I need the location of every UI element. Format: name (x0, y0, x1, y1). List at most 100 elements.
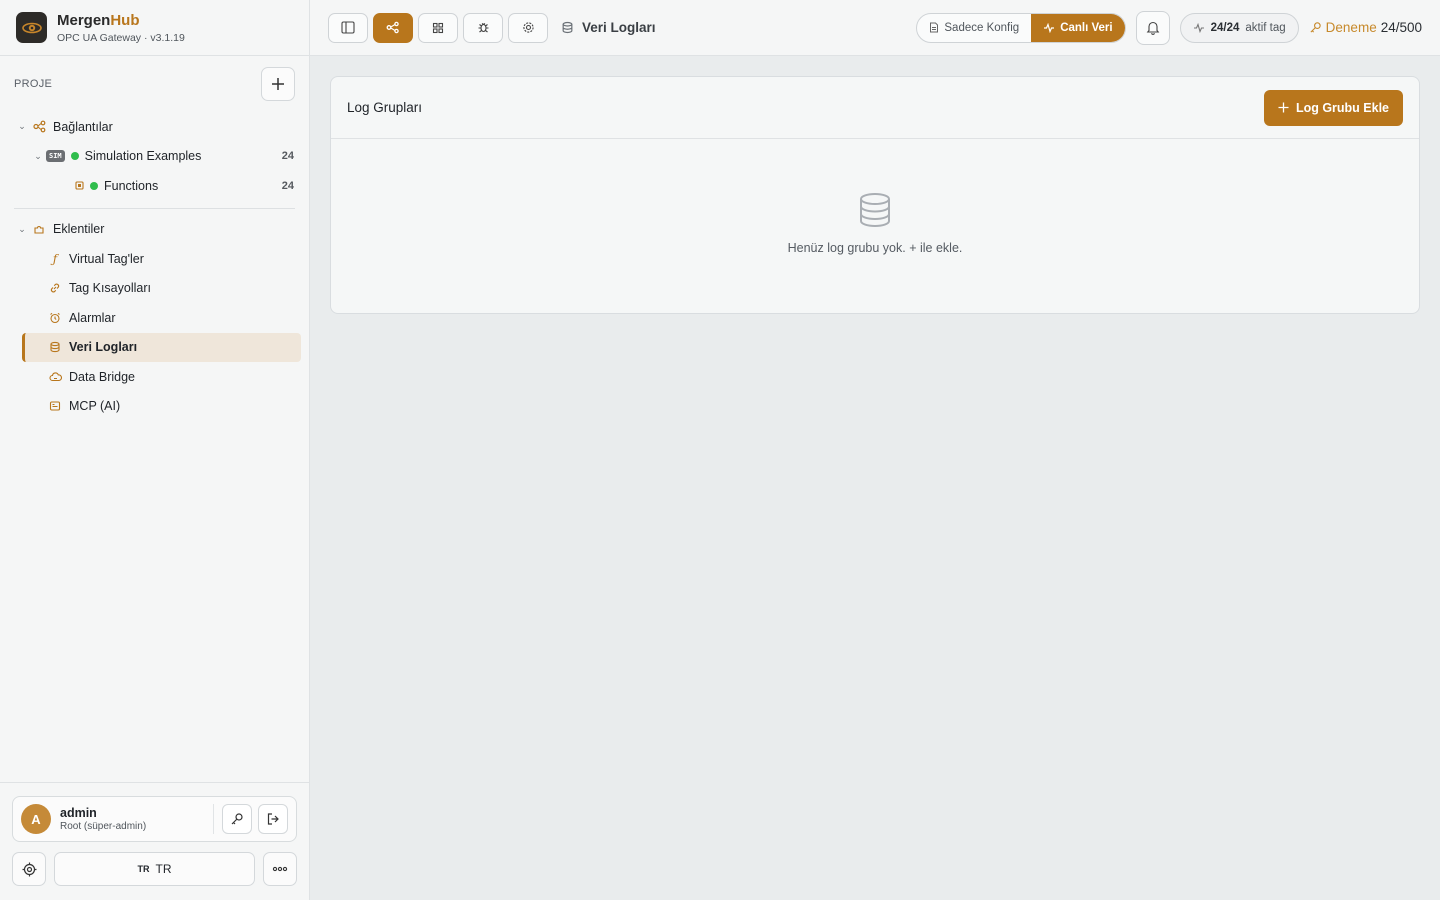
key-icon (1310, 22, 1321, 33)
connections-icon (30, 120, 48, 133)
brand-name: MergenHub (57, 11, 140, 29)
key-icon (231, 813, 243, 825)
activity-icon (1044, 22, 1055, 33)
page-title: Veri Logları (582, 20, 656, 35)
connections-view-button[interactable] (373, 12, 413, 43)
cloud-sync-icon (46, 371, 64, 383)
breadcrumb: Veri Logları (561, 20, 656, 35)
mcp-icon (46, 400, 64, 412)
tree-item-functions[interactable]: Functions 24 (14, 171, 301, 201)
tree-item-label: Eklentiler (53, 222, 105, 237)
alarm-icon (46, 312, 64, 324)
sidebar-footer: A admin Root (süper-admin) TR TR (0, 782, 309, 900)
more-icon (272, 866, 288, 872)
tree-item-plugins[interactable]: ⌄ Eklentiler (14, 215, 301, 245)
sidebar-item-data-logs[interactable]: Veri Logları (22, 332, 301, 362)
bug-icon (478, 23, 488, 33)
database-icon (562, 21, 573, 34)
sidebar-item-alarms[interactable]: Alarmlar (14, 303, 301, 333)
sim-badge: SIM (46, 150, 65, 163)
debug-view-button[interactable] (463, 12, 503, 43)
database-icon (46, 341, 64, 353)
target-icon (22, 862, 36, 876)
activity-icon (1193, 22, 1204, 33)
plus-icon (1278, 102, 1289, 113)
trial-license-badge[interactable]: Deneme 24/500 (1309, 20, 1422, 35)
tree-item-connections[interactable]: ⌄ Bağlantılar (14, 112, 301, 142)
avatar: A (21, 804, 51, 834)
logout-button[interactable] (258, 804, 288, 834)
mode-switch: Sadece Konfig Canlı Veri (916, 12, 1126, 43)
sidebar: MergenHub OPC UA Gateway · v3.1.19 PROJE… (0, 0, 310, 900)
user-role: Root (süper-admin) (60, 821, 147, 832)
tag-count-badge: 24 (281, 179, 294, 192)
chip-icon (72, 180, 86, 191)
section-label-proje: PROJE (14, 78, 53, 90)
sidebar-item-label: Tag Kısayolları (69, 281, 151, 296)
chevron-down-icon[interactable]: ⌄ (14, 121, 30, 132)
tree-item-label: Functions (104, 178, 159, 193)
sidebar-item-label: Virtual Tag'ler (69, 251, 144, 266)
notifications-button[interactable] (1135, 10, 1170, 45)
active-tags-indicator[interactable]: 24/24 aktif tag (1179, 12, 1299, 43)
user-card: A admin Root (süper-admin) (12, 796, 297, 842)
app-logo (16, 12, 47, 43)
empty-state: Henüz log grubu yok. + ile ekle. (331, 139, 1419, 255)
gear-icon (522, 22, 534, 33)
plus-icon (272, 78, 284, 90)
settings-button[interactable] (508, 12, 548, 43)
bell-icon (1146, 21, 1159, 35)
chevron-down-icon[interactable]: ⌄ (30, 151, 46, 162)
sidebar-item-label: MCP (AI) (69, 399, 121, 414)
brand-header: MergenHub OPC UA Gateway · v3.1.19 (0, 0, 309, 56)
link-icon (46, 282, 64, 294)
sidebar-item-label: Data Bridge (69, 369, 136, 384)
theme-toggle-button[interactable] (12, 852, 46, 886)
sidebar-item-label: Alarmlar (69, 310, 116, 325)
status-dot (70, 152, 79, 161)
more-options-button[interactable] (263, 852, 297, 886)
sidebar-item-mcp-ai[interactable]: MCP (AI) (14, 392, 301, 422)
puzzle-icon (30, 223, 48, 236)
tree-item-label: Simulation Examples (84, 149, 202, 164)
status-dot (90, 181, 98, 190)
dashboard-view-button[interactable] (418, 12, 458, 43)
trial-label: Deneme (1325, 20, 1377, 35)
tag-count-badge: 24 (281, 150, 294, 163)
sidebar-item-data-bridge[interactable]: Data Bridge (14, 362, 301, 392)
empty-state-text: Henüz log grubu yok. + ile ekle. (787, 241, 963, 255)
document-icon (930, 22, 939, 33)
log-groups-card: Log Grupları Log Grubu Ekle Henüz log gr… (330, 76, 1420, 314)
sidebar-icon (341, 21, 355, 34)
user-name: admin (60, 806, 97, 820)
tree-item-label: Bağlantılar (53, 119, 113, 134)
project-tree: ⌄ Bağlantılar ⌄ SIM Simulation Examples … (0, 112, 309, 421)
chevron-down-icon[interactable]: ⌄ (14, 224, 30, 235)
main-content: Veri Logları Sadece Konfig Canlı Veri 24… (310, 0, 1440, 900)
tree-item-simulation-examples[interactable]: ⌄ SIM Simulation Examples 24 (14, 142, 301, 172)
sidebar-item-tag-shortcuts[interactable]: Tag Kısayolları (14, 274, 301, 304)
logout-icon (267, 813, 279, 825)
connections-icon (386, 21, 399, 34)
add-project-item-button[interactable] (261, 67, 295, 101)
add-log-group-button[interactable]: Log Grubu Ekle (1263, 89, 1403, 126)
card-title: Log Grupları (347, 100, 423, 115)
change-password-button[interactable] (222, 804, 252, 834)
trial-usage: 24/500 (1380, 20, 1422, 35)
mode-live-data[interactable]: Canlı Veri (1031, 13, 1125, 42)
function-icon: ƒ (52, 251, 58, 266)
flag-tr-icon: TR (137, 864, 150, 874)
sidebar-item-label: Veri Logları (69, 340, 138, 355)
active-tag-label: aktif tag (1245, 21, 1286, 34)
sidebar-item-virtual-tags[interactable]: ƒ Virtual Tag'ler (14, 244, 301, 274)
toggle-sidebar-button[interactable] (328, 12, 368, 43)
database-icon (860, 193, 890, 227)
mode-config-only[interactable]: Sadece Konfig (917, 14, 1031, 42)
brand-subtitle: OPC UA Gateway · v3.1.19 (57, 31, 185, 44)
language-selector[interactable]: TR TR (54, 852, 255, 886)
grid-icon (432, 22, 444, 33)
language-label: TR (155, 862, 172, 876)
divider (14, 207, 295, 209)
topbar: Veri Logları Sadece Konfig Canlı Veri 24… (310, 0, 1440, 56)
active-tag-count: 24/24 (1210, 21, 1240, 34)
